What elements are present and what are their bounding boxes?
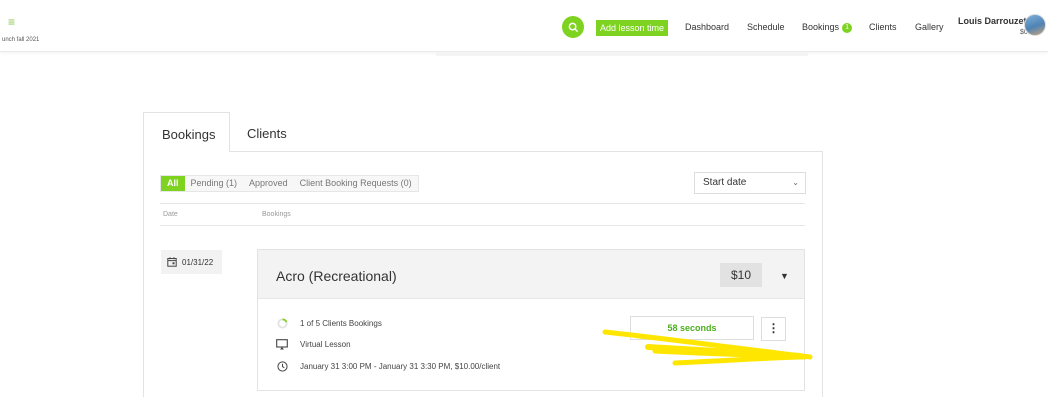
nav-bookings-label: Bookings (802, 22, 840, 32)
booking-filter-group: All Pending (1) Approved Client Booking … (160, 175, 419, 192)
schedule-text: January 31 3:00 PM - January 31 3:30 PM,… (300, 362, 501, 371)
filter-pending[interactable]: Pending (1) (185, 176, 244, 191)
clock-icon (276, 361, 288, 372)
nav-bookings[interactable]: Bookings 1 (802, 22, 853, 33)
booking-card-header[interactable]: Acro (Recreational) $10 ▼ (258, 250, 804, 299)
nav-clients[interactable]: Clients (869, 22, 897, 32)
calendar-icon (167, 257, 177, 267)
column-header-bookings: Bookings (262, 211, 291, 218)
price-badge: $10 (720, 263, 762, 287)
user-name[interactable]: Louis Darrouzet (958, 16, 1027, 26)
bookings-count-badge: 1 (842, 22, 853, 33)
nav-dashboard[interactable]: Dashboard (685, 22, 729, 32)
menu-icon[interactable]: ≡ (8, 16, 15, 28)
sort-select-value: Start date (703, 177, 747, 188)
divider (160, 203, 805, 204)
progress-ring-icon (276, 318, 288, 329)
expand-caret-icon[interactable]: ▼ (780, 271, 789, 281)
screen-icon (276, 339, 288, 350)
brand-subtitle: unch fall 2021 (2, 37, 40, 43)
tab-bookings[interactable]: Bookings (143, 112, 230, 152)
booking-date: 01/31/22 (161, 250, 222, 274)
countdown-timer: 58 seconds (630, 316, 754, 340)
filter-all[interactable]: All (161, 176, 185, 191)
nav-schedule[interactable]: Schedule (747, 22, 785, 32)
search-button[interactable] (562, 16, 584, 38)
lesson-title: Acro (Recreational) (276, 268, 397, 284)
header-shadow (436, 52, 808, 56)
chevron-down-icon: ⌄ (792, 178, 799, 187)
tab-clients[interactable]: Clients (247, 126, 287, 141)
booking-card: Acro (Recreational) $10 ▼ 1 of 5 Clients… (257, 249, 805, 391)
divider (160, 225, 805, 226)
sort-select[interactable]: Start date ⌄ (694, 172, 806, 194)
more-options-button[interactable]: ⋮ (761, 317, 786, 341)
add-lesson-button[interactable]: Add lesson time (596, 20, 669, 36)
clients-bookings-text: 1 of 5 Clients Bookings (300, 319, 382, 328)
column-header-date: Date (163, 211, 178, 218)
clients-bookings-row: 1 of 5 Clients Bookings (276, 318, 382, 329)
filter-client-requests[interactable]: Client Booking Requests (0) (294, 176, 418, 191)
schedule-row: January 31 3:00 PM - January 31 3:30 PM,… (276, 361, 500, 372)
booking-date-text: 01/31/22 (182, 257, 214, 267)
filter-approved[interactable]: Approved (243, 176, 294, 191)
top-navbar: ≡ unch fall 2021 Add lesson time Dashboa… (0, 0, 1048, 52)
search-icon (568, 22, 578, 32)
avatar[interactable] (1024, 14, 1046, 36)
lesson-type-row: Virtual Lesson (276, 339, 351, 350)
lesson-type-text: Virtual Lesson (300, 340, 351, 349)
nav-gallery[interactable]: Gallery (915, 22, 944, 32)
